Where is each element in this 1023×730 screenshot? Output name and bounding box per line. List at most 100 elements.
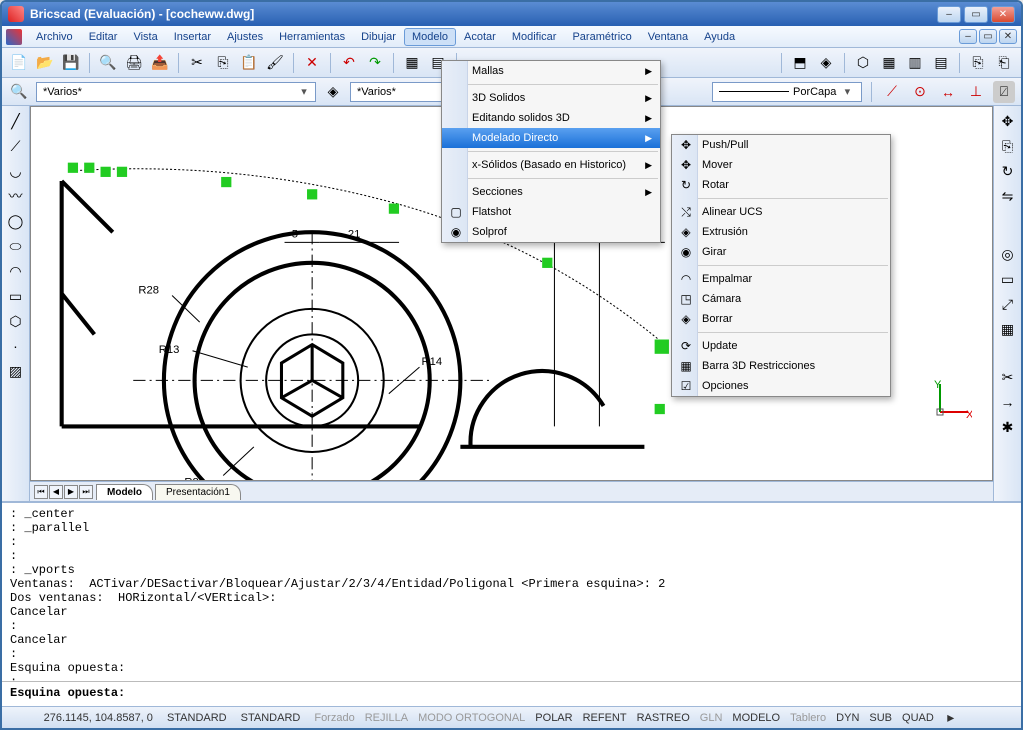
rotate-icon[interactable]: ↻ xyxy=(997,160,1019,182)
line-icon[interactable]: ╱ xyxy=(5,110,27,132)
polygon-icon[interactable]: ⬡ xyxy=(5,310,27,332)
menu-modelo[interactable]: Modelo xyxy=(404,28,456,46)
menuitem-mallas[interactable]: Mallas▶ xyxy=(442,61,660,81)
tab-prev-icon[interactable]: ◀ xyxy=(49,485,63,499)
explorer-icon[interactable]: ▦ xyxy=(401,52,423,74)
view-multi-icon[interactable]: ▦ xyxy=(878,52,900,74)
hatch-icon[interactable]: ▨ xyxy=(5,360,27,382)
view-iso-icon[interactable]: ◈ xyxy=(815,52,837,74)
linetype-selector[interactable]: PorCapa ▾ xyxy=(712,82,862,102)
extend-icon[interactable]: → xyxy=(997,391,1019,413)
menu-herramientas[interactable]: Herramientas xyxy=(271,28,353,46)
menuitem-update[interactable]: ⟳Update xyxy=(672,336,890,356)
constraint-dist-icon[interactable]: ↔ xyxy=(937,81,959,103)
explode-icon[interactable]: ✱ xyxy=(997,416,1019,438)
view-split-v-icon[interactable]: ▤ xyxy=(930,52,952,74)
arc-icon[interactable]: ◡ xyxy=(5,160,27,182)
tab-model[interactable]: Modelo xyxy=(96,484,153,500)
menu-acotar[interactable]: Acotar xyxy=(456,28,504,46)
menuitem-borrar[interactable]: ◈Borrar xyxy=(672,309,890,329)
command-prompt[interactable]: Esquina opuesta: xyxy=(2,682,1021,706)
rectangle-icon[interactable]: ▭ xyxy=(5,285,27,307)
menuitem-opciones[interactable]: ☑Opciones xyxy=(672,376,890,396)
offset-icon[interactable]: ◎ xyxy=(997,243,1019,265)
match-properties-icon[interactable]: 🖌 xyxy=(264,52,286,74)
close-button[interactable]: ✕ xyxy=(991,6,1015,23)
menuitem-modelado-directo[interactable]: Modelado Directo▶ xyxy=(442,128,660,148)
status-coords[interactable]: 276.1145, 104.8587, 0 xyxy=(40,712,157,724)
menu-archivo[interactable]: Archivo xyxy=(28,28,81,46)
tab-presentation1[interactable]: Presentación1 xyxy=(155,484,241,500)
mdi-minimize-button[interactable]: – xyxy=(959,29,977,44)
menu-paramétrico[interactable]: Paramétrico xyxy=(564,28,639,46)
status-rejilla[interactable]: REJILLA xyxy=(361,712,412,724)
menuitem-x-s-lidos-basado-en-historico-[interactable]: x-Sólidos (Basado en Historico)▶ xyxy=(442,155,660,175)
polyline-icon[interactable]: ⟋ xyxy=(5,135,27,157)
status-rastreo[interactable]: RASTREO xyxy=(633,712,694,724)
status-polar[interactable]: POLAR xyxy=(531,712,576,724)
menuitem-barra-3d-restricciones[interactable]: ▦Barra 3D Restricciones xyxy=(672,356,890,376)
menu-ventana[interactable]: Ventana xyxy=(640,28,696,46)
tab-next-icon[interactable]: ▶ xyxy=(64,485,78,499)
array-icon[interactable]: ▦ xyxy=(997,318,1019,340)
menuitem-c-mara[interactable]: ◳Cámara xyxy=(672,289,890,309)
stretch-icon[interactable]: ▭ xyxy=(997,268,1019,290)
status-modo-ortogonal[interactable]: MODO ORTOGONAL xyxy=(414,712,529,724)
layer-selector[interactable]: *Varios* ▾ xyxy=(36,82,316,102)
menu-vista[interactable]: Vista xyxy=(125,28,165,46)
menu-ayuda[interactable]: Ayuda xyxy=(696,28,743,46)
menuitem-mover[interactable]: ✥Mover xyxy=(672,155,890,175)
view-3d-icon[interactable]: ⬡ xyxy=(852,52,874,74)
menuitem-editando-solidos-3d[interactable]: Editando solidos 3D▶ xyxy=(442,108,660,128)
status-gln[interactable]: GLN xyxy=(696,712,727,724)
menu-dibujar[interactable]: Dibujar xyxy=(353,28,404,46)
new-file-icon[interactable]: 📄 xyxy=(8,52,30,74)
status-arrow-icon[interactable]: ▸ xyxy=(944,711,958,725)
move-icon[interactable]: ✥ xyxy=(997,110,1019,132)
menuitem-flatshot[interactable]: ▢Flatshot xyxy=(442,202,660,222)
constraint-perp-icon[interactable]: ⊙ xyxy=(909,81,931,103)
print-preview-icon[interactable]: 🔍 xyxy=(97,52,119,74)
menu-editar[interactable]: Editar xyxy=(81,28,126,46)
menuitem-alinear-ucs[interactable]: ⤭Alinear UCS xyxy=(672,202,890,222)
status-std1[interactable]: STANDARD xyxy=(163,712,231,724)
menuitem-extrusi-n[interactable]: ◈Extrusión xyxy=(672,222,890,242)
view-split-h-icon[interactable]: ▥ xyxy=(904,52,926,74)
save-file-icon[interactable]: 💾 xyxy=(60,52,82,74)
status-sub[interactable]: SUB xyxy=(865,712,896,724)
menuitem-3d-solidos[interactable]: 3D Solidos▶ xyxy=(442,88,660,108)
status-refent[interactable]: REFENT xyxy=(579,712,631,724)
publish-icon[interactable]: 📤 xyxy=(149,52,171,74)
constraint-toggle-icon[interactable]: ⍁ xyxy=(993,81,1015,103)
mirror-icon[interactable]: ⇋ xyxy=(997,185,1019,207)
mdi-restore-button[interactable]: ▭ xyxy=(979,29,997,44)
menuitem-secciones[interactable]: Secciones▶ xyxy=(442,182,660,202)
command-history[interactable]: : _center : _parallel : : : _vports Vent… xyxy=(2,503,1021,682)
layer-manager-icon[interactable]: 🔍 xyxy=(8,81,30,103)
open-file-icon[interactable]: 📂 xyxy=(34,52,56,74)
menuitem-rotar[interactable]: ↻Rotar xyxy=(672,175,890,195)
constraint-tan-icon[interactable]: ⊥ xyxy=(965,81,987,103)
menuitem-girar[interactable]: ◉Girar xyxy=(672,242,890,262)
print-icon[interactable]: 🖨 xyxy=(123,52,145,74)
copy-icon[interactable]: ⎘ xyxy=(212,52,234,74)
minimize-button[interactable]: – xyxy=(937,6,961,23)
status-forzado[interactable]: Forzado xyxy=(310,712,358,724)
mdi-close-button[interactable]: ✕ xyxy=(999,29,1017,44)
view-top-icon[interactable]: ⬒ xyxy=(789,52,811,74)
spline-icon[interactable]: 〰 xyxy=(5,185,27,207)
layer-state-icon[interactable]: ◈ xyxy=(322,81,344,103)
copy-view-icon[interactable]: ⎘ xyxy=(967,52,989,74)
circle-icon[interactable]: ◯ xyxy=(5,210,27,232)
menu-insertar[interactable]: Insertar xyxy=(166,28,219,46)
status-modelo[interactable]: MODELO xyxy=(728,712,784,724)
status-std2[interactable]: STANDARD xyxy=(237,712,305,724)
trim-icon[interactable]: ✂ xyxy=(997,366,1019,388)
constraint-point-icon[interactable]: ⟋ xyxy=(881,81,903,103)
tab-last-icon[interactable]: ⏭ xyxy=(79,485,93,499)
menu-modificar[interactable]: Modificar xyxy=(504,28,565,46)
menuitem-empalmar[interactable]: ◠Empalmar xyxy=(672,269,890,289)
status-tablero[interactable]: Tablero xyxy=(786,712,830,724)
menuitem-push-pull[interactable]: ✥Push/Pull xyxy=(672,135,890,155)
menu-ajustes[interactable]: Ajustes xyxy=(219,28,271,46)
